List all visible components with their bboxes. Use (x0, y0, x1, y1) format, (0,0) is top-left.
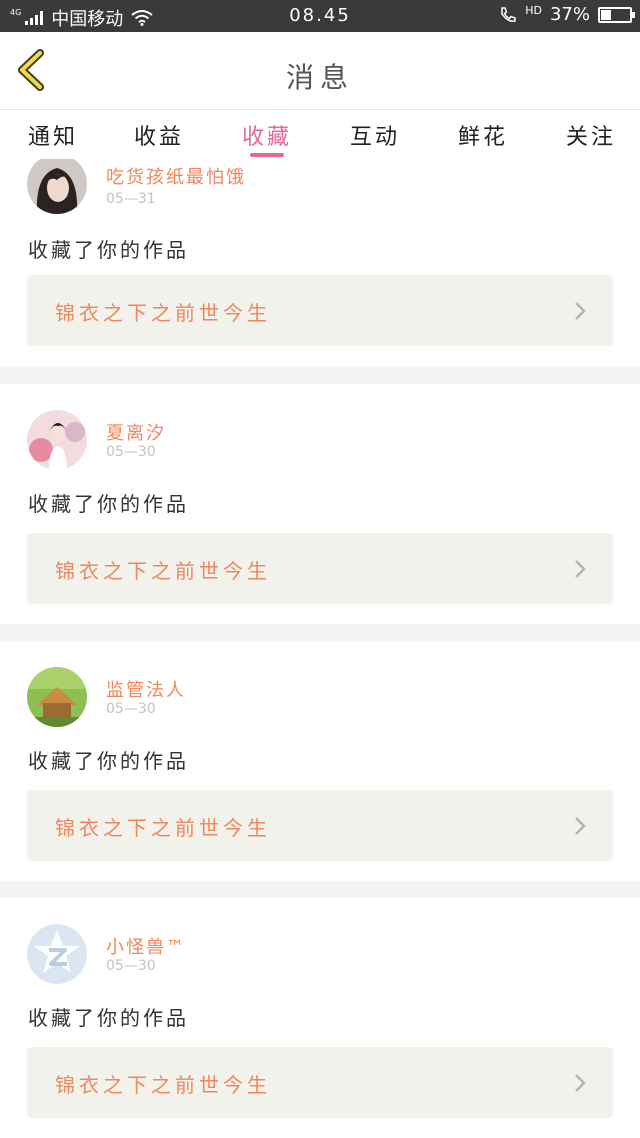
chevron-right-icon (575, 817, 586, 835)
chevron-right-icon (575, 1074, 586, 1092)
message-date: 05—30 (106, 701, 156, 717)
chevron-right-icon (575, 560, 586, 578)
message-card: 吃货孩纸最怕饿 05—31 收藏了你的作品 锦衣之下之前世今生 (0, 159, 640, 367)
tab-following[interactable]: 关注 (566, 119, 616, 151)
tab-notifications[interactable]: 通知 (28, 119, 78, 151)
action-text: 收藏了你的作品 (28, 238, 189, 262)
work-link[interactable]: 锦衣之下之前世今生 (27, 1047, 613, 1118)
call-icon (501, 6, 516, 22)
tab-flowers[interactable]: 鲜花 (458, 119, 508, 151)
user-name[interactable]: 监管法人 (106, 676, 186, 702)
work-title: 锦衣之下之前世今生 (55, 301, 271, 325)
header: 消息 (0, 32, 640, 110)
user-avatar[interactable] (27, 667, 87, 727)
message-date: 05—30 (106, 444, 156, 460)
chevron-right-icon (575, 302, 586, 320)
work-link[interactable]: 锦衣之下之前世今生 (27, 275, 613, 346)
message-list[interactable]: 吃货孩纸最怕饿 05—31 收藏了你的作品 锦衣之下之前世今生 夏离汐 05—3… (0, 159, 640, 1138)
message-card: 夏离汐 05—30 收藏了你的作品 锦衣之下之前世今生 (0, 384, 640, 624)
user-name[interactable]: 吃货孩纸最怕饿 (106, 163, 246, 189)
message-card: 监管法人 05—30 收藏了你的作品 锦衣之下之前世今生 (0, 641, 640, 881)
action-text: 收藏了你的作品 (28, 1006, 189, 1030)
work-title: 锦衣之下之前世今生 (55, 816, 271, 840)
battery-icon (598, 6, 635, 23)
battery-level (601, 9, 611, 20)
hd-label: HD (525, 4, 542, 17)
page-title: 消息 (285, 61, 354, 94)
status-right: HD 37% (499, 4, 635, 25)
tab-earnings[interactable]: 收益 (134, 119, 184, 151)
action-text: 收藏了你的作品 (28, 492, 189, 516)
work-title: 锦衣之下之前世今生 (55, 559, 271, 583)
action-text: 收藏了你的作品 (28, 749, 189, 773)
message-date: 05—31 (106, 191, 156, 207)
avatar-photo-icon (27, 159, 87, 214)
user-avatar[interactable] (27, 924, 87, 984)
work-link[interactable]: 锦衣之下之前世今生 (27, 533, 613, 604)
battery-percent: 37% (549, 4, 590, 25)
tab-interactions[interactable]: 互动 (350, 119, 400, 151)
user-avatar[interactable] (27, 410, 87, 470)
user-name[interactable]: 夏离汐 (106, 419, 166, 445)
avatar-landscape-icon (27, 667, 87, 727)
user-avatar[interactable] (27, 159, 87, 214)
active-tab-indicator (250, 153, 284, 157)
work-title: 锦衣之下之前世今生 (55, 1073, 271, 1097)
message-date: 05—30 (106, 958, 156, 974)
message-card: 小怪兽™ 05—30 收藏了你的作品 锦衣之下之前世今生 (0, 898, 640, 1138)
user-name[interactable]: 小怪兽™ (106, 933, 186, 959)
status-bar: 4G 中国移动 08.45 HD 37% (0, 0, 640, 32)
qq-default-avatar-icon (27, 924, 87, 984)
work-link[interactable]: 锦衣之下之前世今生 (27, 790, 613, 861)
tab-favorites[interactable]: 收藏 (242, 119, 292, 151)
avatar-painting-icon (27, 410, 87, 470)
tab-bar: 通知 收益 收藏 互动 鲜花 关注 (0, 111, 640, 159)
